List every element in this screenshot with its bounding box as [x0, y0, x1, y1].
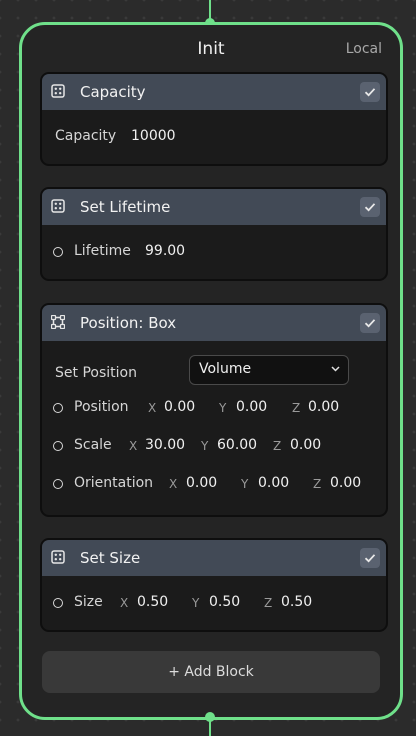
block-set-size[interactable]: Set Size Size X 0.50 Y 0.50 Z 0.50 [40, 538, 388, 632]
axis-x-label: X [129, 439, 138, 453]
axis-y-label: Y [241, 477, 249, 491]
scale-row: Scale X 30.00 Y 60.00 Z 0.00 [42, 427, 386, 465]
size-x-field[interactable]: 0.50 [137, 594, 168, 610]
check-icon [364, 88, 376, 97]
position-y-field[interactable]: 0.00 [236, 399, 267, 415]
axis-x-label: X [169, 477, 178, 491]
block-header[interactable]: Capacity [42, 74, 386, 110]
enable-checkbox[interactable] [360, 313, 380, 333]
block-set-lifetime[interactable]: Set Lifetime Lifetime 99.00 [40, 187, 388, 281]
dice-icon [51, 199, 65, 213]
position-mode-dropdown[interactable]: Volume [189, 355, 349, 385]
axis-x-label: X [148, 401, 157, 415]
node-title: Init [197, 39, 225, 59]
check-icon [364, 319, 376, 328]
block-header[interactable]: Set Lifetime [42, 189, 386, 225]
init-context-node[interactable]: Init Local Capacity Capacity 10000 Set L… [19, 22, 403, 720]
position-x-field[interactable]: 0.00 [164, 399, 195, 415]
block-capacity[interactable]: Capacity Capacity 10000 [40, 72, 388, 166]
input-port-dot[interactable] [53, 479, 63, 489]
check-icon [364, 554, 376, 563]
scale-label: Scale [74, 437, 112, 453]
capacity-field[interactable]: 10000 [131, 128, 176, 144]
block-title: Capacity [80, 83, 146, 101]
lifetime-label: Lifetime [74, 243, 131, 259]
orientation-label: Orientation [74, 475, 154, 491]
check-icon [364, 203, 376, 212]
input-port-dot[interactable] [53, 441, 63, 451]
orientation-z-field[interactable]: 0.00 [330, 475, 361, 491]
axis-y-label: Y [201, 439, 209, 453]
size-z-field[interactable]: 0.50 [281, 594, 312, 610]
size-label: Size [74, 594, 103, 610]
input-port-dot[interactable] [53, 247, 63, 257]
size-y-field[interactable]: 0.50 [209, 594, 240, 610]
block-title: Set Lifetime [80, 198, 171, 216]
block-title: Set Size [80, 549, 141, 567]
bounding-box-icon [51, 315, 65, 329]
lifetime-row: Lifetime 99.00 [42, 233, 386, 271]
set-position-label: Set Position [55, 365, 137, 381]
capacity-row: Capacity 10000 [42, 118, 386, 156]
axis-x-label: X [120, 596, 129, 610]
size-row: Size X 0.50 Y 0.50 Z 0.50 [42, 584, 386, 622]
position-z-field[interactable]: 0.00 [308, 399, 339, 415]
space-toggle[interactable]: Local [346, 41, 382, 57]
position-label: Position [74, 399, 129, 415]
axis-z-label: Z [273, 439, 282, 453]
scale-z-field[interactable]: 0.00 [290, 437, 321, 453]
orientation-row: Orientation X 0.00 Y 0.00 Z 0.00 [42, 465, 386, 503]
block-position-box[interactable]: Position: Box Set Position Volume Positi… [40, 303, 388, 517]
axis-y-label: Y [219, 401, 227, 415]
input-port-dot[interactable] [53, 598, 63, 608]
orientation-x-field[interactable]: 0.00 [186, 475, 217, 491]
dice-icon [51, 550, 65, 564]
dropdown-value: Volume [199, 361, 252, 377]
scale-x-field[interactable]: 30.00 [145, 437, 185, 453]
chevron-down-icon [331, 366, 340, 372]
scale-y-field[interactable]: 60.00 [217, 437, 257, 453]
block-title: Position: Box [80, 314, 177, 332]
axis-z-label: Z [313, 477, 322, 491]
axis-z-label: Z [264, 596, 273, 610]
add-block-button[interactable]: + Add Block [42, 651, 380, 693]
dice-icon [51, 84, 65, 98]
capacity-label: Capacity [55, 128, 117, 144]
output-flow-port[interactable] [205, 712, 215, 722]
orientation-y-field[interactable]: 0.00 [258, 475, 289, 491]
enable-checkbox[interactable] [360, 82, 380, 102]
lifetime-field[interactable]: 99.00 [145, 243, 185, 259]
enable-checkbox[interactable] [360, 548, 380, 568]
input-port-dot[interactable] [53, 403, 63, 413]
set-position-row: Set Position Volume [42, 341, 386, 389]
block-header[interactable]: Position: Box [42, 305, 386, 341]
block-header[interactable]: Set Size [42, 540, 386, 576]
axis-y-label: Y [192, 596, 200, 610]
axis-z-label: Z [292, 401, 301, 415]
position-row: Position X 0.00 Y 0.00 Z 0.00 [42, 389, 386, 427]
enable-checkbox[interactable] [360, 197, 380, 217]
